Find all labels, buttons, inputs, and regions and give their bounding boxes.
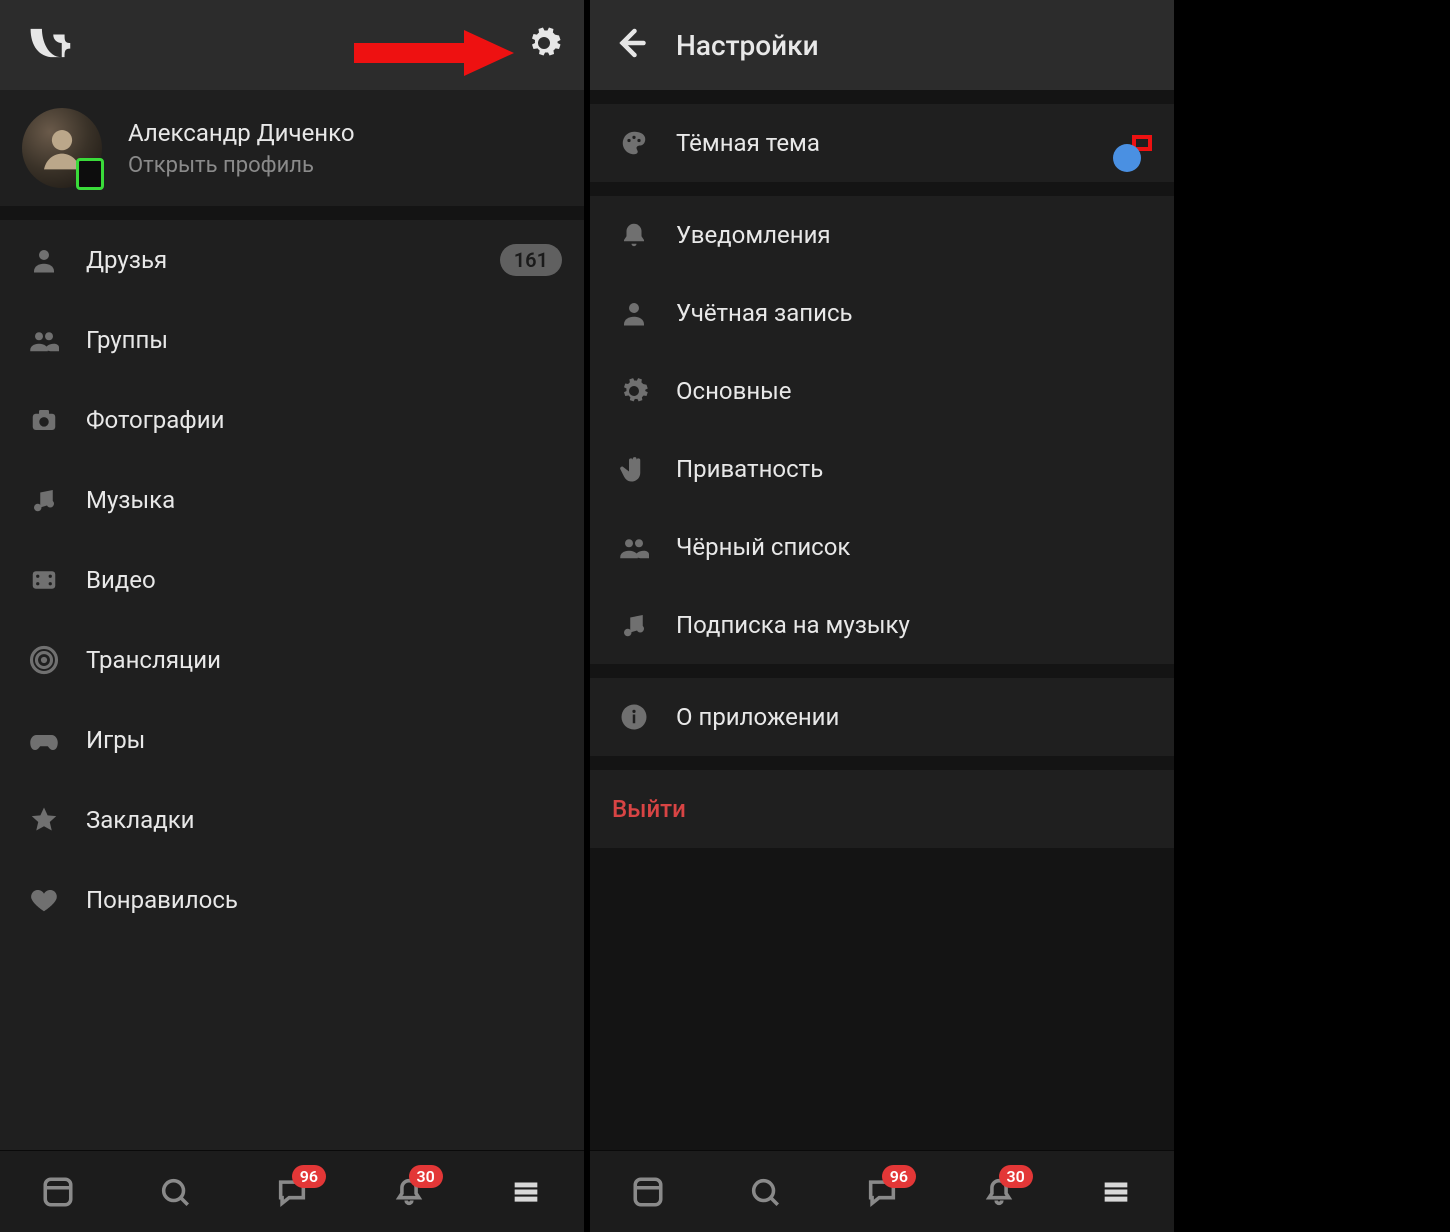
menu-item-label: Фотографии <box>86 406 562 434</box>
nav-notifications[interactable]: 30 <box>977 1175 1021 1209</box>
nav-messages[interactable]: 96 <box>860 1175 904 1209</box>
count-badge: 161 <box>500 244 562 276</box>
menu-item-label: Видео <box>86 566 562 594</box>
bottom-nav: 96 30 <box>0 1150 584 1232</box>
dark-theme-row[interactable]: Тёмная тема <box>590 104 1174 182</box>
settings-button[interactable] <box>526 25 562 65</box>
menu-list: Друзья161 Группы Фотографии Музыка Видео Тран… <box>0 220 584 1150</box>
vk-logo <box>22 26 76 64</box>
info-icon <box>612 702 656 732</box>
settings-item[interactable]: Уведомления <box>590 196 1174 274</box>
star-icon <box>22 805 66 835</box>
messages-badge: 96 <box>882 1165 916 1188</box>
menu-item-label: Закладки <box>86 806 562 834</box>
menu-item[interactable]: Закладки <box>0 780 584 860</box>
nav-menu[interactable] <box>504 1175 548 1209</box>
menu-item-label: Музыка <box>86 486 562 514</box>
nav-feed[interactable] <box>36 1175 80 1209</box>
notifications-badge: 30 <box>409 1165 443 1188</box>
menu-item-label: Группы <box>86 326 562 354</box>
menu-item-label: Друзья <box>86 246 500 274</box>
notifications-badge: 30 <box>999 1165 1033 1188</box>
settings-item[interactable]: Учётная запись <box>590 274 1174 352</box>
menu-screen: Александр Диченко Открыть профиль Друзья… <box>0 0 590 1232</box>
settings-item-label: Уведомления <box>676 221 1152 249</box>
settings-title: Настройки <box>676 29 819 62</box>
person-icon <box>22 245 66 275</box>
camera-icon <box>22 405 66 435</box>
menu-item[interactable]: Фотографии <box>0 380 584 460</box>
settings-item[interactable]: Чёрный список <box>590 508 1174 586</box>
menu-item-label: Игры <box>86 726 562 754</box>
profile-subtitle: Открыть профиль <box>128 153 355 178</box>
header <box>0 0 584 90</box>
annotation-arrow <box>354 30 514 76</box>
games-icon <box>22 725 66 755</box>
toggle-knob <box>1113 144 1141 172</box>
nav-search[interactable] <box>743 1175 787 1209</box>
music-icon <box>22 485 66 515</box>
menu-item[interactable]: Игры <box>0 700 584 780</box>
menu-item-label: Понравилось <box>86 886 562 914</box>
logout-row[interactable]: Выйти <box>590 770 1174 848</box>
back-button[interactable] <box>612 25 648 65</box>
bell-icon <box>612 220 656 250</box>
settings-item-label: Чёрный список <box>676 533 1152 561</box>
menu-item[interactable]: Группы <box>0 300 584 380</box>
hand-icon <box>612 454 656 484</box>
video-icon <box>22 565 66 595</box>
menu-item[interactable]: Понравилось <box>0 860 584 940</box>
about-row[interactable]: О приложении <box>590 678 1174 756</box>
settings-list: Уведомления Учётная запись Основные Приватн… <box>590 196 1174 664</box>
highlight-box <box>1132 135 1152 151</box>
bottom-nav: 96 30 <box>590 1150 1174 1232</box>
nav-feed[interactable] <box>626 1175 670 1209</box>
settings-screen: Настройки Тёмная тема Уведомления Учётная… <box>590 0 1180 1232</box>
nav-messages[interactable]: 96 <box>270 1175 314 1209</box>
settings-item-label: Подписка на музыку <box>676 611 1152 639</box>
profile-row[interactable]: Александр Диченко Открыть профиль <box>0 90 584 220</box>
palette-icon <box>612 128 656 158</box>
profile-name: Александр Диченко <box>128 119 355 147</box>
group-icon <box>612 532 656 562</box>
group-icon <box>22 325 66 355</box>
logout-label: Выйти <box>612 795 686 823</box>
nav-search[interactable] <box>153 1175 197 1209</box>
settings-item[interactable]: Основные <box>590 352 1174 430</box>
menu-item[interactable]: Видео <box>0 540 584 620</box>
dark-theme-label: Тёмная тема <box>676 129 1132 157</box>
settings-item-label: Основные <box>676 377 1152 405</box>
settings-item-label: Учётная запись <box>676 299 1152 327</box>
heart-icon <box>22 885 66 915</box>
menu-item[interactable]: Друзья161 <box>0 220 584 300</box>
settings-item-label: Приватность <box>676 455 1152 483</box>
avatar <box>22 108 102 188</box>
menu-item[interactable]: Музыка <box>0 460 584 540</box>
menu-item-label: Трансляции <box>86 646 562 674</box>
person-icon <box>612 298 656 328</box>
music-icon <box>612 610 656 640</box>
settings-header: Настройки <box>590 0 1174 90</box>
gear-icon <box>612 376 656 406</box>
settings-item[interactable]: Подписка на музыку <box>590 586 1174 664</box>
nav-menu[interactable] <box>1094 1175 1138 1209</box>
settings-item[interactable]: Приватность <box>590 430 1174 508</box>
menu-item[interactable]: Трансляции <box>0 620 584 700</box>
about-label: О приложении <box>676 703 1152 731</box>
nav-notifications[interactable]: 30 <box>387 1175 431 1209</box>
broadcast-icon <box>22 645 66 675</box>
messages-badge: 96 <box>292 1165 326 1188</box>
